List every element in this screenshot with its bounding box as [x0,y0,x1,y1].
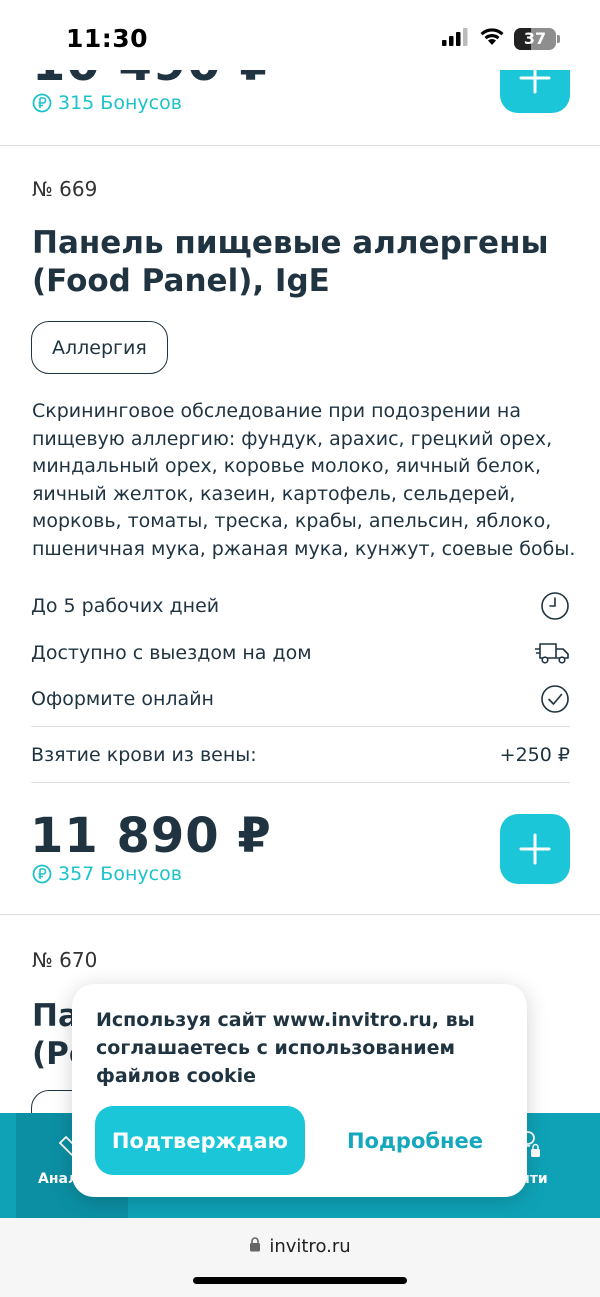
url-text: invitro.ru [269,1236,351,1257]
delivery-truck-icon [534,641,570,665]
item-price: 11 890 ₽ [30,808,272,864]
battery-level: 37 [523,29,547,48]
item-divider [0,914,600,915]
status-bar: 11:30 37 [0,0,600,70]
info-label: Оформите онлайн [31,688,214,710]
info-divider [31,726,570,727]
item-divider [0,145,600,146]
status-icons: 37 [442,27,560,50]
blood-draw-label: Взятие крови из вены: [31,744,257,766]
address-bar[interactable]: invitro.ru [0,1236,600,1257]
info-row-home-visit: Доступно с выездом на дом [31,638,570,668]
cookie-confirm-button[interactable]: Подтверждаю [95,1106,305,1175]
add-to-cart-button[interactable] [500,814,570,884]
info-label: До 5 рабочих дней [31,595,220,617]
item-bonus: 357 Бонусов [32,863,182,885]
signal-icon [442,27,470,50]
battery-icon: 37 [514,27,556,50]
info-row-online: Оформите онлайн [31,684,570,714]
home-indicator[interactable] [193,1277,407,1284]
ruble-coin-icon [32,93,52,113]
cookie-banner: Используя сайт www.invitro.ru, вы соглаш… [72,984,527,1197]
wifi-icon [479,27,505,50]
clock-icon [540,591,570,621]
battery-tip [557,34,560,43]
next-item-number: № 670 [32,948,98,972]
item-title[interactable]: Панель пищевые аллергены (Food Panel), I… [32,224,572,300]
lock-icon [249,1236,261,1257]
cookie-banner-text: Используя сайт www.invitro.ru, вы соглаш… [96,1009,475,1087]
info-row-duration: До 5 рабочих дней [31,591,570,621]
bonus-text: 315 Бонусов [58,92,182,114]
cookie-details-link[interactable]: Подробнее [330,1106,500,1175]
status-time: 11:30 [66,24,149,53]
check-circle-icon [540,684,570,714]
blood-draw-price: +250 ₽ [499,744,570,766]
browser-bottom-bar: invitro.ru [0,1218,600,1297]
price-divider [31,782,570,783]
item-number: № 669 [32,177,98,201]
info-label: Доступно с выездом на дом [31,642,312,664]
ruble-coin-icon [32,864,52,884]
category-tag[interactable]: Аллергия [31,321,168,374]
plus-icon [519,833,551,865]
previous-item-bonus: 315 Бонусов [32,92,182,114]
bonus-text: 357 Бонусов [58,863,182,885]
item-description: Скрининговое обследование при подозрении… [32,400,576,560]
blood-draw-row: Взятие крови из вены: +250 ₽ [31,740,570,770]
